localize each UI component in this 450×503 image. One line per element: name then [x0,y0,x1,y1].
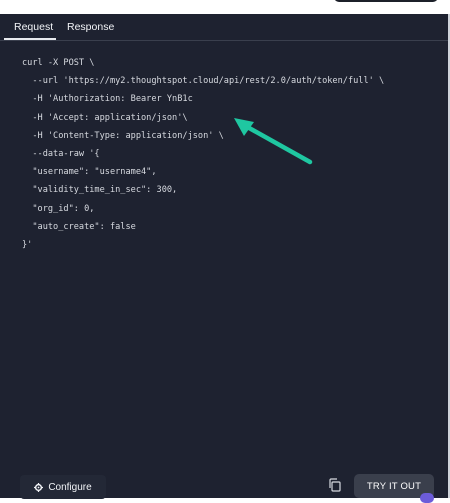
configure-button[interactable]: Configure [20,475,106,499]
code-line: --url 'https://my2.thoughtspot.cloud/api… [22,76,385,87]
avatar[interactable] [420,493,434,503]
code-line: -H 'Accept: application/json'\ [22,112,188,123]
code-line: -H 'Content-Type: application/json' \ [22,130,224,141]
code-line: curl -X POST \ [22,58,95,68]
tab-bar: Request Response [0,14,448,41]
gear-icon [34,482,44,492]
active-tab-indicator [4,38,56,40]
code-line: --data-raw '{ [22,148,100,159]
copy-icon[interactable] [328,478,342,492]
tab-request[interactable]: Request [14,21,53,33]
code-block: curl -X POST \ --url 'https://my2.though… [22,54,432,254]
configure-label: Configure [48,481,92,493]
tab-response[interactable]: Response [67,21,114,33]
code-line: "org_id": 0, [22,203,95,214]
code-line: "validity_time_in_sec": 300, [22,185,178,196]
top-partial-button[interactable] [334,0,438,2]
footer-bar: Configure TRY IT OUT [0,471,448,499]
code-line: }' [22,239,33,250]
arrow-icon [234,118,313,165]
code-line: "auto_create": false [22,221,136,232]
code-panel: Request Response curl -X POST \ --url 'h… [0,14,450,499]
code-line: -H 'Authorization: Bearer YnB1c [22,94,193,105]
code-line: "username": "username4", [22,167,157,178]
